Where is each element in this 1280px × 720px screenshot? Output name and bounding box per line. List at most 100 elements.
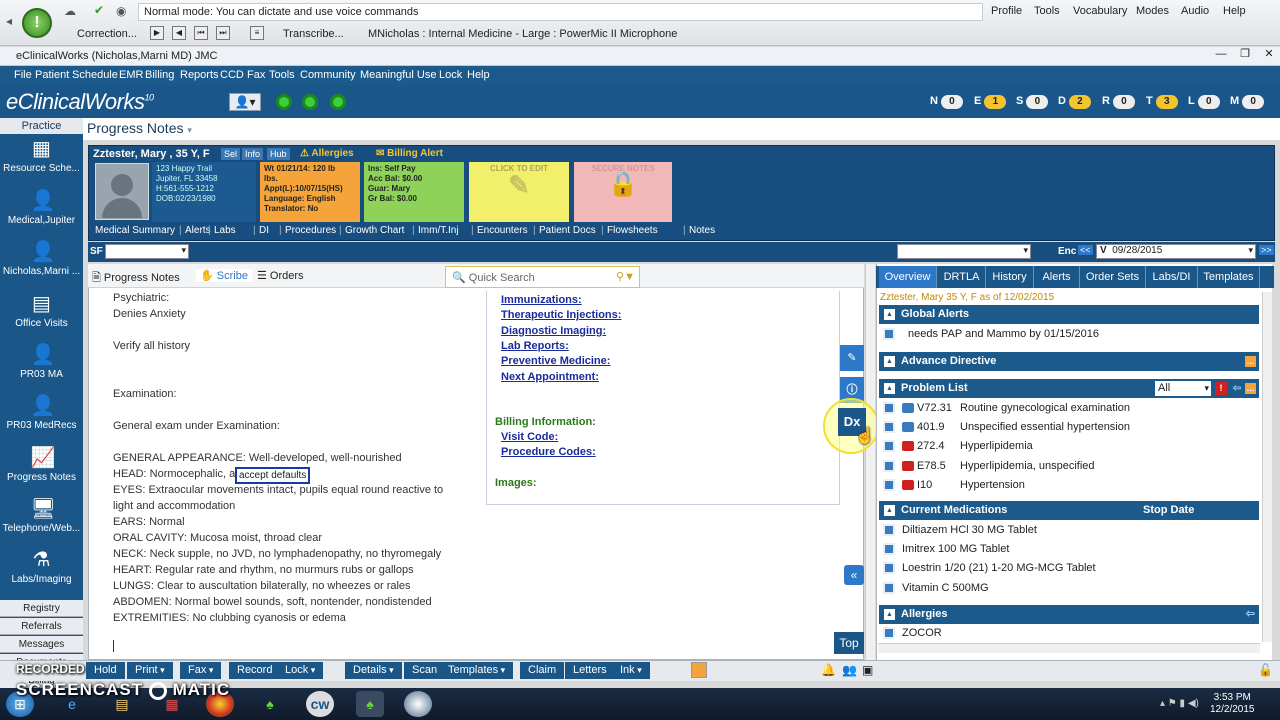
patient-link-labs[interactable]: Labs — [214, 225, 236, 236]
link-visit-code[interactable]: Visit Code: — [501, 431, 558, 443]
note-line[interactable]: Psychiatric: — [113, 292, 169, 304]
alert-icon[interactable]: ! — [1215, 382, 1227, 395]
checkbox-icon[interactable] — [883, 328, 895, 340]
patient-link-flowsheets[interactable]: Flowsheets — [607, 225, 658, 236]
taskbar-clock[interactable]: 3:53 PM 12/2/2015 — [1210, 692, 1255, 716]
encounter-filter-select[interactable]: ▾ — [897, 244, 1031, 259]
menu-patient[interactable]: Patient — [35, 69, 69, 81]
recorder-icon[interactable] — [404, 691, 432, 717]
allergies-alert[interactable]: ⚠ Allergies — [300, 148, 354, 159]
menu-file[interactable]: File — [14, 69, 32, 81]
menu-emr[interactable]: EMR — [119, 69, 143, 81]
medication-row[interactable]: Loestrin 1/20 (21) 1-20 MG-MCG Tablet — [879, 559, 1259, 577]
flag-icon[interactable] — [902, 422, 914, 433]
link-immunizations-[interactable]: Immunizations: — [501, 294, 582, 306]
counter-badge-t[interactable]: T3 — [1146, 95, 1178, 109]
record-button[interactable]: Record — [229, 662, 281, 679]
note-line[interactable]: light and accommodation — [113, 500, 235, 512]
nav-referrals[interactable]: Referrals — [0, 618, 83, 635]
scan-button[interactable]: Scan — [404, 662, 446, 679]
enc-date-select[interactable]: V 09/28/2015 ▾ — [1096, 244, 1256, 259]
collapse-icon[interactable]: ▲ — [884, 356, 895, 367]
list-item[interactable]: ZOCOR — [879, 624, 1259, 642]
patient-link-encounters[interactable]: Encounters — [477, 225, 528, 236]
overview-hscrollbar[interactable] — [878, 643, 1260, 653]
skip-back-icon[interactable]: ⏮ — [194, 26, 208, 40]
patient-link-alerts[interactable]: Alerts — [185, 225, 211, 236]
doc-scrollbar[interactable] — [865, 264, 875, 660]
problem-row[interactable]: V72.31 Routine gynecological examination — [879, 399, 1259, 417]
letters-button[interactable]: Letters — [565, 662, 615, 679]
tab-orders[interactable]: ☰ Orders — [257, 269, 304, 282]
allergies-header[interactable]: ▲ Allergies ⇦ — [879, 605, 1259, 624]
dictation-box-icon[interactable]: ≡ — [250, 26, 264, 40]
link-preventive-medicine-[interactable]: Preventive Medicine: — [501, 355, 610, 367]
enc-next-button[interactable]: >> — [1259, 245, 1274, 255]
menu-community[interactable]: Community — [300, 69, 356, 81]
note-line[interactable]: GENERAL APPEARANCE: Well-developed, well… — [113, 452, 402, 464]
patient-name[interactable]: Zztester, Mary , 35 Y, F — [93, 148, 210, 160]
patient-lookup-icon[interactable]: 👤▾ — [229, 93, 261, 111]
dragon-menu-audio[interactable]: Audio — [1181, 5, 1209, 17]
bell-icon[interactable]: 🔔 — [821, 663, 836, 677]
arrow-left-icon[interactable]: ⇦ — [1246, 605, 1255, 624]
rtab-order-sets[interactable]: Order Sets — [1080, 266, 1146, 288]
link-therapeutic-injections-[interactable]: Therapeutic Injections: — [501, 309, 621, 321]
checkbox-icon[interactable] — [883, 562, 895, 575]
camera-icon[interactable]: ▣ — [862, 663, 873, 677]
menu-meaningful-use[interactable]: Meaningful Use — [360, 69, 436, 81]
note-line[interactable]: EYES: Extraocular movements intact, pupi… — [113, 484, 443, 496]
checkbox-icon[interactable] — [883, 459, 895, 472]
nav-pr03-medrecs[interactable]: 👤 PR03 MedRecs — [0, 394, 83, 431]
note-line[interactable]: NECK: Neck supple, no JVD, no lymphadeno… — [113, 548, 441, 560]
tray-icons[interactable]: ▴ ⚑ ▮ ◀) — [1160, 698, 1199, 709]
click-to-edit-card[interactable]: CLICK TO EDIT ✎ — [469, 162, 569, 222]
menu-fax[interactable]: Fax — [247, 69, 265, 81]
more-icon[interactable]: … — [1245, 383, 1256, 394]
note-line[interactable]: ABDOMEN: Normal bowel sounds, soft, nont… — [113, 596, 432, 608]
scroll-tabs-right-icon[interactable]: ▶ — [1262, 268, 1270, 279]
counter-badge-s[interactable]: S0 — [1016, 95, 1049, 109]
people-icon[interactable]: 👥 — [842, 663, 857, 677]
nav-resource-schedule[interactable]: ▦ Resource Sche... — [0, 137, 83, 174]
nav-medical-jupiter[interactable]: 👤 Medical,Jupiter — [0, 189, 83, 226]
list-item[interactable]: needs PAP and Mammo by 01/15/2016 — [879, 325, 1259, 343]
print-button[interactable]: Print — [127, 662, 173, 679]
close-icon[interactable]: ✕ — [1258, 47, 1280, 63]
global-alerts-header[interactable]: ▲ Global Alerts — [879, 305, 1259, 324]
patient-link-patient-docs[interactable]: Patient Docs — [539, 225, 596, 236]
medication-row[interactable]: Imitrex 100 MG Tablet — [879, 540, 1259, 558]
dragon-menu-vocabulary[interactable]: Vocabulary — [1073, 5, 1127, 17]
nav-labs-imaging[interactable]: ⚗ Labs/Imaging — [0, 548, 83, 585]
overview-scrollbar[interactable] — [1262, 292, 1272, 642]
counter-badge-r[interactable]: R0 — [1102, 95, 1135, 109]
nav-nicholas-marni[interactable]: 👤 Nicholas,Marni ... — [0, 240, 83, 277]
nav-pr03-ma[interactable]: 👤 PR03 MA — [0, 343, 83, 380]
flag-icon[interactable] — [902, 403, 914, 413]
minimize-icon[interactable]: — — [1210, 48, 1232, 64]
dragon-menu-profile[interactable]: Profile — [991, 5, 1022, 17]
menu-ccd[interactable]: CCD — [220, 69, 244, 81]
menu-help[interactable]: Help — [467, 69, 490, 81]
patient-link-di[interactable]: DI — [259, 225, 269, 236]
problem-list-header[interactable]: ▲ Problem List All ▾ ! ⇦ … — [879, 379, 1259, 398]
nav-progress-notes[interactable]: 📈 Progress Notes — [0, 446, 83, 483]
quick-search-input[interactable]: 🔍 Quick Search ⚲▼ — [445, 266, 640, 288]
filter-icon[interactable]: ⚲▼ — [616, 270, 635, 283]
link-diagnostic-imaging-[interactable]: Diagnostic Imaging: — [501, 325, 606, 337]
problem-row[interactable]: I10 Hypertension — [879, 476, 1259, 494]
medication-row[interactable]: Vitamin C 500MG — [879, 579, 1259, 597]
ink-button[interactable]: Ink — [612, 662, 650, 679]
more-icon[interactable]: … — [1245, 356, 1256, 367]
maximize-icon[interactable]: ❐ — [1234, 47, 1256, 63]
nav-practice-tab[interactable]: Practice — [0, 118, 83, 134]
lock-icon[interactable]: 🔓 — [1258, 663, 1273, 677]
chevron-down-icon[interactable]: ▾ — [187, 125, 192, 135]
medication-row[interactable]: Diltiazem HCl 30 MG Tablet — [879, 521, 1259, 539]
current-meds-header[interactable]: ▲ Current Medications Stop Date — [879, 501, 1259, 520]
dragon-menu-tools[interactable]: Tools — [1034, 5, 1060, 17]
details-button[interactable]: Details — [345, 662, 402, 679]
rtab-drtla[interactable]: DRTLA — [938, 266, 986, 288]
tab-scribe[interactable]: ✋ Scribe — [196, 269, 252, 282]
patient-photo[interactable] — [95, 163, 149, 220]
